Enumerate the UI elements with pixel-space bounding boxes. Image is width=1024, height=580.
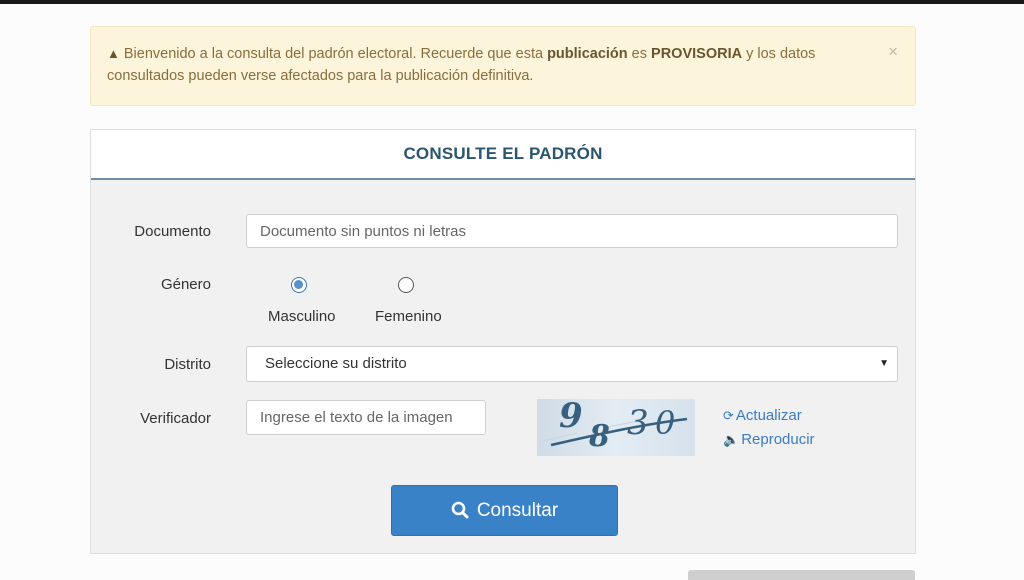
distrito-selected-value: Seleccione su distrito xyxy=(265,355,407,372)
refresh-captcha-link[interactable]: ⟳ Actualizar xyxy=(723,407,802,424)
alert-text-start: Bienvenido a la consulta del padrón elec… xyxy=(123,46,548,62)
genero-label: Género xyxy=(160,276,211,293)
distrito-select[interactable]: Seleccione su distrito ▼ xyxy=(246,346,898,382)
masculino-radio[interactable] xyxy=(291,277,307,293)
femenino-radio[interactable] xyxy=(398,277,414,293)
play-audio-link[interactable]: 🔈 Reproducir xyxy=(723,431,815,448)
play-audio-label: Reproducir xyxy=(741,431,815,448)
top-border xyxy=(0,0,1024,4)
refresh-captcha-label: Actualizar xyxy=(735,407,802,424)
captcha-digit: 9 xyxy=(559,399,583,436)
femenino-label[interactable]: Femenino xyxy=(375,308,442,325)
provisional-notice-alert: ▲ Bienvenido a la consulta del padrón ele… xyxy=(90,26,916,106)
partial-button-below xyxy=(688,570,915,580)
captcha-graphic: 9 8 3 0 xyxy=(542,396,688,454)
close-icon[interactable]: × xyxy=(888,42,898,62)
documento-input[interactable] xyxy=(246,214,898,248)
alert-bold-provisoria: PROVISORIA xyxy=(651,46,743,62)
alert-text-mid: es xyxy=(627,46,652,62)
search-icon xyxy=(451,501,469,519)
verificador-input[interactable] xyxy=(246,400,486,435)
captcha-digit: 3 xyxy=(627,403,649,443)
consultar-button[interactable]: Consultar xyxy=(391,485,618,536)
warning-icon: ▲ xyxy=(107,46,120,61)
consult-form-panel: CONSULTE EL PADRÓN Documento Género Masc… xyxy=(90,129,916,554)
consultar-label: Consultar xyxy=(476,500,559,521)
masculino-label[interactable]: Masculino xyxy=(268,308,336,325)
verificador-label: Verificador xyxy=(140,410,211,427)
form-title: CONSULTE EL PADRÓN xyxy=(91,130,915,180)
documento-label: Documento xyxy=(134,223,211,240)
alert-bold-publicacion: publicación xyxy=(547,46,628,62)
distrito-label: Distrito xyxy=(164,356,211,373)
captcha-image: 9 8 3 0 xyxy=(537,396,695,456)
refresh-icon: ⟳ xyxy=(723,408,734,423)
chevron-down-icon: ▼ xyxy=(879,358,889,369)
speaker-icon: 🔈 xyxy=(723,432,740,447)
